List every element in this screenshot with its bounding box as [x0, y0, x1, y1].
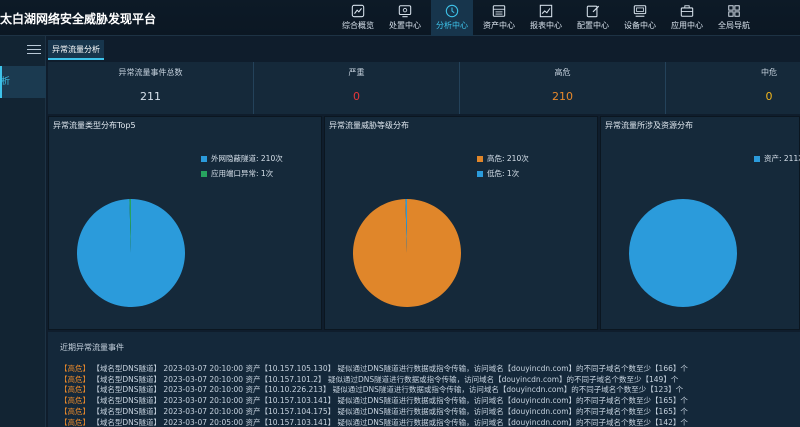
stat-value: 211	[140, 90, 161, 103]
stat-critical: 严重 0	[254, 62, 460, 114]
monitor-icon	[398, 5, 412, 18]
legend-label: 外网隐蔽隧道: 210次	[211, 154, 283, 163]
panel-threat-level: 异常流量威胁等级分布 高危: 210次 低危: 1次	[324, 116, 598, 330]
legend: 资产: 211次	[754, 153, 800, 168]
nav-assets[interactable]: 资产中心	[478, 0, 520, 36]
event-level: 【高危】	[60, 364, 90, 373]
briefcase-icon	[680, 5, 694, 17]
event-item[interactable]: 【高危】 【域名型DNS隧道】 2023-03-07 20:10:00 资产【1…	[60, 375, 688, 386]
app-title: 太白湖网络安全威胁发现平台	[0, 12, 157, 26]
event-item[interactable]: 【高危】 【域名型DNS隧道】 2023-03-07 20:10:00 资产【1…	[60, 407, 688, 418]
legend-item[interactable]: 外网隐蔽隧道: 210次	[201, 153, 283, 164]
event-text: 【域名型DNS隧道】 2023-03-07 20:10:00 资产【10.157…	[92, 364, 688, 373]
nav-label: 综合概览	[342, 21, 374, 30]
event-item[interactable]: 【高危】 【域名型DNS隧道】 2023-03-07 20:10:00 资产【1…	[60, 385, 688, 396]
tab-abnormal-traffic[interactable]: 异常流量分析	[48, 40, 104, 60]
event-text: 【域名型DNS隧道】 2023-03-07 20:10:00 资产【10.157…	[92, 406, 688, 416]
event-item[interactable]: 【高危】 【域名型DNS隧道】 2023-03-07 20:10:00 资产【1…	[60, 364, 688, 375]
event-level: 【高危】	[60, 406, 90, 416]
legend-item[interactable]: 低危: 1次	[477, 168, 529, 179]
menu-toggle-icon[interactable]	[27, 45, 41, 57]
sidebar-item-label: 分析	[1, 77, 11, 87]
stat-label: 异常流量事件总数	[118, 68, 183, 77]
main-content: 异常流量事件总数 211 严重 0 高危 210 中危 0 异常流量类型分布To…	[48, 62, 800, 427]
event-text: 【域名型DNS隧道】 2023-03-07 20:10:00 资产【10.157…	[92, 374, 679, 384]
event-text: 【域名型DNS隧道】 2023-03-07 20:10:00 资产【10.157…	[92, 396, 688, 406]
legend-item[interactable]: 资产: 211次	[754, 153, 800, 164]
event-item[interactable]: 【高危】 【域名型DNS隧道】 2023-03-07 20:05:00 资产【1…	[60, 418, 688, 427]
pie-chart-type	[77, 199, 186, 307]
stats-bar: 异常流量事件总数 211 严重 0 高危 210 中危 0	[48, 62, 800, 114]
stat-medium: 中危 0	[666, 62, 800, 114]
nav-config[interactable]: 配置中心	[572, 0, 614, 36]
legend: 高危: 210次 低危: 1次	[477, 153, 529, 183]
legend-item[interactable]: 应用端口异常: 1次	[201, 168, 283, 179]
event-level: 【高危】	[60, 417, 90, 427]
nav-disposal[interactable]: 处置中心	[384, 0, 426, 36]
event-level: 【高危】	[60, 385, 90, 395]
sidebar: 分析	[0, 36, 46, 427]
server-icon	[492, 5, 506, 17]
event-level: 【高危】	[60, 396, 90, 406]
nav-label: 配置中心	[577, 21, 609, 30]
stat-value: 0	[353, 90, 360, 103]
legend-label: 资产: 211次	[764, 154, 800, 163]
stat-label: 严重	[348, 68, 365, 77]
event-text: 【域名型DNS隧道】 2023-03-07 20:10:00 资产【10.10.…	[92, 385, 684, 395]
nav-label: 处置中心	[389, 21, 421, 30]
event-list: 【高危】 【域名型DNS隧道】 2023-03-07 20:10:00 资产【1…	[60, 364, 688, 427]
dashboard-icon	[351, 4, 365, 18]
stat-label: 中危	[761, 68, 777, 77]
clock-icon	[445, 4, 459, 18]
legend-item[interactable]: 高危: 210次	[477, 153, 529, 164]
pie-slice-外网隐蔽隧道[interactable]	[77, 199, 186, 307]
sidebar-item-analysis[interactable]: 分析	[0, 66, 46, 98]
panel-type-top5: 异常流量类型分布Top5 外网隐蔽隧道: 210次 应用端口异常: 1次	[48, 116, 322, 330]
recent-events: 近期异常流量事件 【高危】 【域名型DNS隧道】 2023-03-07 20:1…	[48, 332, 800, 427]
nav-apps[interactable]: 应用中心	[666, 0, 708, 36]
pie-chart-level	[353, 199, 461, 307]
stat-value: 0	[765, 90, 773, 103]
event-text: 【域名型DNS隧道】 2023-03-07 20:05:00 资产【10.157…	[92, 417, 688, 427]
edit-icon	[586, 5, 600, 18]
panel-assets: 异常流量所涉及资源分布 资产: 211次	[600, 116, 800, 330]
event-item[interactable]: 【高危】 【域名型DNS隧道】 2023-03-07 20:10:00 资产【1…	[60, 396, 688, 407]
legend-label: 应用端口异常: 1次	[211, 169, 274, 178]
nav-overview[interactable]: 综合概览	[337, 0, 379, 36]
event-level: 【高危】	[60, 374, 90, 384]
chart-icon	[539, 4, 553, 18]
stat-value: 210	[552, 90, 573, 103]
nav-devices[interactable]: 设备中心	[619, 0, 661, 36]
nav-label: 报表中心	[530, 21, 562, 30]
nav-label: 应用中心	[671, 21, 703, 30]
legend-label: 低危: 1次	[487, 169, 520, 178]
stat-label: 高危	[554, 68, 571, 77]
events-title: 近期异常流量事件	[60, 343, 124, 352]
grid-icon	[728, 5, 740, 17]
device-icon	[633, 5, 647, 17]
nav-analysis[interactable]: 分析中心	[431, 0, 473, 36]
stat-total: 异常流量事件总数 211	[48, 62, 254, 114]
nav-label: 设备中心	[624, 21, 656, 30]
nav-global[interactable]: 全局导航	[713, 0, 755, 36]
legend: 外网隐蔽隧道: 210次 应用端口异常: 1次	[201, 153, 283, 183]
stat-high: 高危 210	[460, 62, 666, 114]
tab-bar: 异常流量分析	[48, 40, 104, 60]
nav-label: 资产中心	[483, 21, 515, 30]
pie-chart-assets	[629, 199, 737, 307]
nav-reports[interactable]: 报表中心	[525, 0, 567, 36]
main-nav: 综合概览 处置中心 分析中心 资产中心 报表中心 配置中心 设备中心 应用中心	[337, 0, 760, 36]
top-bar: 太白湖网络安全威胁发现平台 综合概览 处置中心 分析中心 资产中心 报表中心 配…	[0, 0, 800, 36]
nav-label: 分析中心	[436, 21, 468, 30]
legend-label: 高危: 210次	[487, 154, 529, 163]
pie-slice-资产[interactable]	[629, 199, 737, 307]
nav-label: 全局导航	[718, 21, 750, 30]
